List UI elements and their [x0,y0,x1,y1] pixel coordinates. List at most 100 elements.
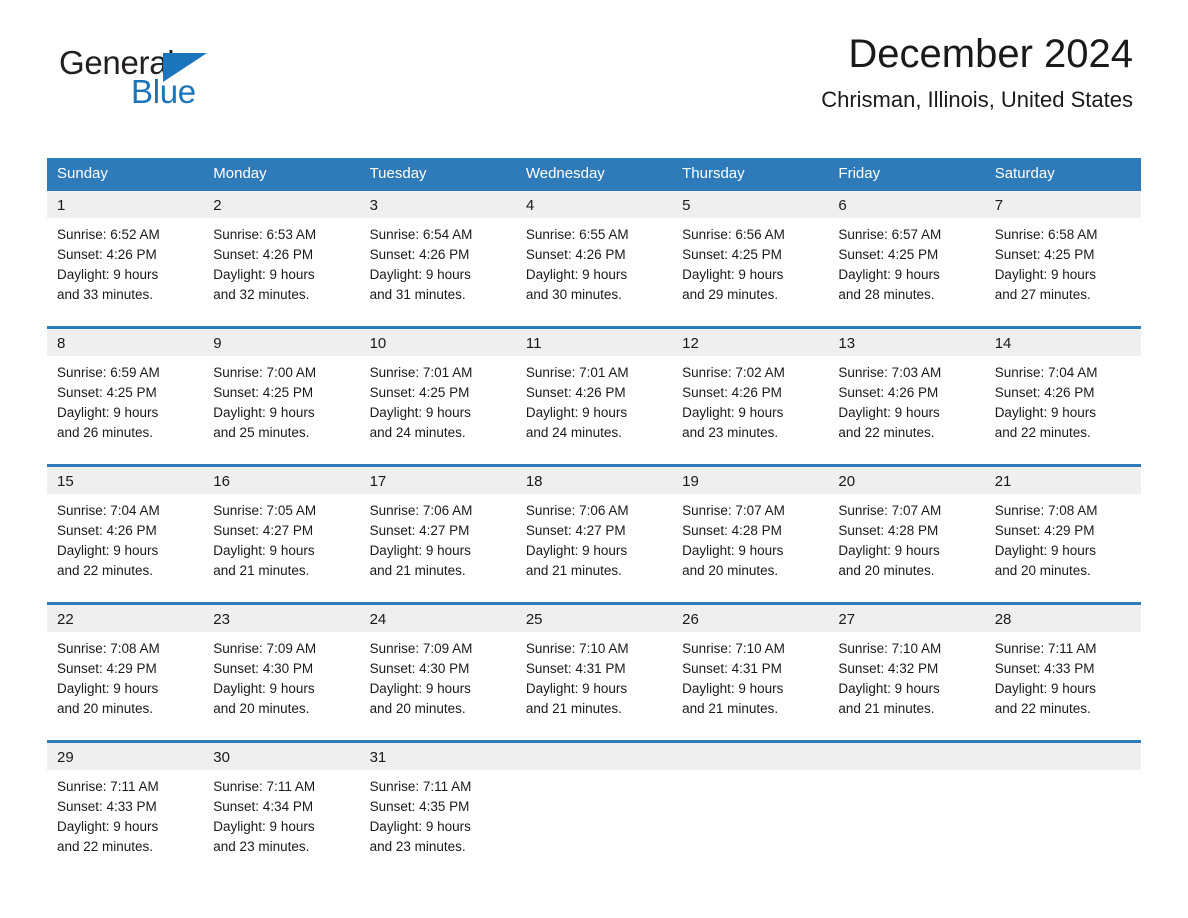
day-number[interactable]: 28 [985,605,1141,632]
daylight-1-text: Daylight: 9 hours [213,404,315,420]
daylight-1-text: Daylight: 9 hours [994,266,1096,282]
sunset-text: Sunset: 4:26 PM [525,384,626,400]
calendar-weeks: 1 2 3 4 5 6 7 Sunrise: 6:52 AM Sunset: 4:26 PM Da… [47,190,1141,878]
sunset-text: Sunset: 4:34 PM [213,798,314,814]
day-number-row: 22 23 24 25 26 27 28 [47,604,1141,632]
day-info-row: Sunrise: 7:04 AM Sunset: 4:26 PM Daylight:… [47,493,1141,602]
day-number[interactable]: 11 [516,329,672,356]
day-number[interactable]: 18 [516,467,672,494]
sunset-text: Sunset: 4:26 PM [213,246,314,262]
day-number-row: 8 9 10 11 12 13 14 [47,328,1141,356]
day-number[interactable]: 1 [47,191,203,218]
location-subtitle: Chrisman, Illinois, United States [821,87,1133,112]
daylight-2-text: and 28 minutes. [838,286,935,302]
sunrise-text: Sunrise: 7:01 AM [369,364,473,380]
day-number[interactable]: 6 [828,191,984,218]
daylight-2-text: and 23 minutes. [213,838,310,854]
daylight-2-text: and 21 minutes. [213,562,310,578]
daylight-1-text: Daylight: 9 hours [838,404,940,420]
day-number[interactable]: 10 [360,329,516,356]
sunset-text: Sunset: 4:32 PM [838,660,939,676]
daylight-2-text: and 23 minutes. [682,424,779,440]
day-number[interactable]: 21 [985,467,1141,494]
generalblue-logo[interactable]: General Blue [59,46,259,108]
day-cell: Sunrise: 6:54 AM Sunset: 4:26 PM Daylight:… [360,218,516,326]
day-info-row: Sunrise: 7:11 AM Sunset: 4:33 PM Daylight:… [47,769,1141,878]
sunrise-text: Sunrise: 7:02 AM [682,364,785,380]
day-number[interactable]: 29 [47,743,203,770]
sunset-text: Sunset: 4:30 PM [213,660,314,676]
calendar-table: Sunday Monday Tuesday Wednesday Thursday Frid… [47,158,1141,878]
calendar-week-row: 1 2 3 4 5 6 7 Sunrise: 6:52 AM Sunset: 4:26 PM Da… [47,190,1141,326]
day-cell: Sunrise: 7:08 AM Sunset: 4:29 PM Daylight:… [47,632,203,740]
day-cell: Sunrise: 7:10 AM Sunset: 4:31 PM Daylight:… [516,632,672,740]
page-title: December 2024 [848,32,1133,76]
page-header: General Blue December 2024 Chrisman, Ill… [47,0,1141,112]
day-number[interactable]: 31 [360,743,516,770]
daylight-1-text: Daylight: 9 hours [525,404,628,420]
weekday-header-tuesday: Tuesday [369,165,427,182]
day-number[interactable]: 9 [203,329,359,356]
daylight-2-text: and 21 minutes. [525,700,622,716]
weekday-header-monday: Monday [213,165,267,182]
day-number[interactable]: 27 [828,605,984,632]
day-number[interactable]: 7 [985,191,1141,218]
daylight-2-text: and 22 minutes. [57,562,154,578]
sunrise-text: Sunrise: 7:11 AM [57,778,159,794]
day-number-row: 29 30 31 [47,742,1141,770]
day-cell: Sunrise: 7:11 AM Sunset: 4:33 PM Daylight:… [985,632,1141,740]
day-number[interactable]: 16 [203,467,359,494]
sunset-text: Sunset: 4:31 PM [525,660,626,676]
day-cell: Sunrise: 7:09 AM Sunset: 4:30 PM Daylight:… [360,632,516,740]
day-cell: Sunrise: 6:57 AM Sunset: 4:25 PM Daylight:… [828,218,984,326]
sunset-text: Sunset: 4:26 PM [369,246,470,262]
daylight-2-text: and 21 minutes. [682,700,779,716]
sunrise-text: Sunrise: 7:09 AM [213,640,317,656]
day-number-row: 1234567 [47,190,1141,218]
sunrise-text: Sunrise: 7:10 AM [525,640,629,656]
sunrise-text: Sunrise: 7:04 AM [994,364,1098,380]
day-number[interactable]: 5 [672,191,828,218]
daylight-2-text: and 30 minutes. [525,286,622,302]
daylight-2-text: and 22 minutes. [994,700,1091,716]
daylight-1-text: Daylight: 9 hours [994,542,1096,558]
day-number[interactable]: 15 [47,467,203,494]
day-cell: Sunrise: 7:00 AM Sunset: 4:25 PM Daylight:… [203,356,359,464]
sunset-text: Sunset: 4:29 PM [994,522,1095,538]
sunset-text: Sunset: 4:26 PM [682,384,782,400]
sunrise-text: Sunrise: 7:00 AM [213,364,317,380]
day-number[interactable]: 30 [203,743,359,770]
day-number[interactable]: 12 [672,329,828,356]
day-number[interactable]: 26 [672,605,828,632]
weekday-header-row: Sunday Monday Tuesday Wednesday Thursday Frid… [47,158,1141,191]
day-number[interactable]: 14 [985,329,1141,356]
day-cell: Sunrise: 7:03 AM Sunset: 4:26 PM Daylight:… [828,356,984,464]
day-cell: Sunrise: 7:04 AM Sunset: 4:26 PM Daylight:… [985,356,1141,464]
daylight-1-text: Daylight: 9 hours [57,404,159,420]
day-number[interactable]: 22 [47,605,203,632]
day-number[interactable]: 24 [360,605,516,632]
sunrise-text: Sunrise: 6:55 AM [525,226,629,242]
day-number-row: 15 16 17 18 19 20 21 [47,466,1141,494]
sunrise-text: Sunrise: 6:57 AM [838,226,942,242]
sunrise-text: Sunrise: 6:52 AM [57,226,160,242]
day-number[interactable]: 20 [828,467,984,494]
sunrise-text: Sunrise: 7:05 AM [213,502,317,518]
day-number[interactable]: 13 [828,329,984,356]
day-cell: Sunrise: 6:52 AM Sunset: 4:26 PM Daylight:… [47,218,203,326]
day-number[interactable]: 17 [360,467,516,494]
day-number[interactable]: 23 [203,605,359,632]
day-number[interactable]: 4 [516,191,672,218]
day-number[interactable]: 25 [516,605,672,632]
day-number[interactable]: 2 [203,191,359,218]
day-cell: Sunrise: 6:53 AM Sunset: 4:26 PM Daylight:… [203,218,359,326]
daylight-2-text: and 20 minutes. [213,700,310,716]
day-cell: Sunrise: 6:59 AM Sunset: 4:25 PM Daylight:… [47,356,203,464]
day-number[interactable]: 8 [47,329,203,356]
day-number[interactable]: 19 [672,467,828,494]
daylight-1-text: Daylight: 9 hours [369,542,471,558]
day-number[interactable]: 3 [360,191,516,218]
sunset-text: Sunset: 4:28 PM [682,522,782,538]
logo-text-blue: Blue [131,73,196,110]
sunset-text: Sunset: 4:27 PM [369,522,470,538]
